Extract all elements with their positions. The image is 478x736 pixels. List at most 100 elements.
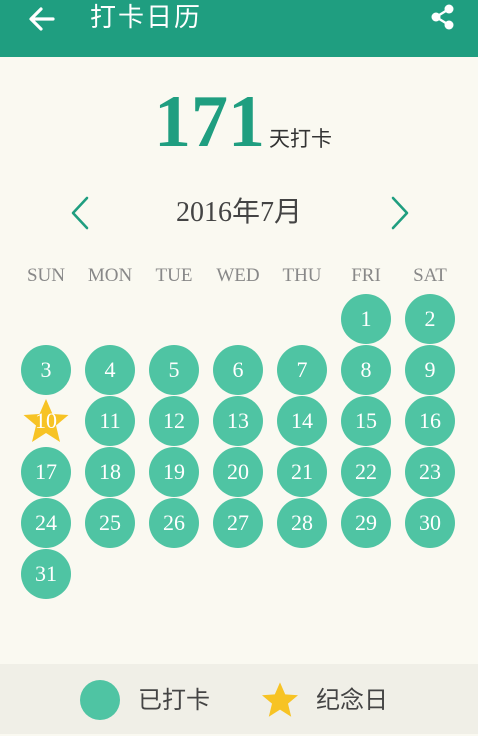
chevron-left-icon [71, 196, 89, 230]
calendar-empty-cell [142, 293, 206, 344]
calendar-day-checked[interactable]: 13 [213, 395, 263, 446]
calendar-day-number: 18 [99, 458, 121, 484]
calendar-empty-cell [270, 293, 334, 344]
calendar-day-checked[interactable]: 17 [21, 446, 71, 497]
calendar-day-number: 29 [355, 509, 377, 535]
calendar-day-number: 11 [99, 407, 121, 433]
calendar-cell: 23 [398, 446, 462, 497]
calendar-day-number: 22 [355, 458, 377, 484]
calendar-cell: 14 [270, 395, 334, 446]
calendar-day-memorial[interactable]: 10 [21, 396, 71, 446]
calendar-day-number: 6 [232, 356, 244, 382]
legend-checked-label: 已打卡 [138, 686, 210, 714]
calendar-cell: 17 [14, 446, 78, 497]
calendar-day-number: 10 [35, 407, 57, 433]
calendar-day-checked[interactable]: 15 [341, 395, 391, 446]
calendar-day-checked[interactable]: 11 [85, 395, 135, 446]
calendar-day-checked[interactable]: 22 [341, 446, 391, 497]
calendar-day-number: 9 [424, 356, 436, 382]
chevron-right-icon [391, 196, 409, 230]
calendar-cell: 28 [270, 497, 334, 548]
calendar-cell: 15 [334, 395, 398, 446]
calendar-cell: 10 [14, 395, 78, 446]
calendar-day-number: 24 [35, 509, 57, 535]
page-title: 打卡日历 [90, 3, 203, 33]
calendar-day-checked[interactable]: 30 [405, 497, 455, 548]
calendar-day-checked[interactable]: 6 [213, 344, 263, 395]
calendar-cell: 7 [270, 344, 334, 395]
calendar-cell: 12 [142, 395, 206, 446]
calendar-day-number: 17 [35, 458, 57, 484]
calendar-cell: 3 [14, 344, 78, 395]
calendar-day-number: 15 [355, 407, 377, 433]
calendar-cell: 20 [206, 446, 270, 497]
weekday-fri: FRI [351, 265, 381, 286]
calendar-cell: 24 [14, 497, 78, 548]
calendar-day-checked[interactable]: 24 [21, 497, 71, 548]
weekday-sat: SAT [413, 265, 447, 286]
calendar-cell: 13 [206, 395, 270, 446]
arrow-left-icon [29, 7, 55, 31]
calendar-day-number: 26 [163, 509, 185, 535]
calendar-day-checked[interactable]: 2 [405, 293, 455, 344]
calendar-cell: 29 [334, 497, 398, 548]
calendar-cell: 2 [398, 293, 462, 344]
calendar-day-number: 28 [291, 509, 313, 535]
calendar-day-checked[interactable]: 18 [85, 446, 135, 497]
calendar-day-number: 30 [419, 509, 441, 535]
weekday-wed: WED [216, 265, 260, 286]
calendar-day-number: 14 [291, 407, 313, 433]
calendar-empty-cell [14, 293, 78, 344]
calendar-day-checked[interactable]: 14 [277, 395, 327, 446]
calendar-day-number: 3 [40, 356, 52, 382]
calendar-day-checked[interactable]: 3 [21, 344, 71, 395]
calendar-day-checked[interactable]: 25 [85, 497, 135, 548]
calendar-empty-cell [206, 293, 270, 344]
calendar-cell: 22 [334, 446, 398, 497]
calendar-day-checked[interactable]: 7 [277, 344, 327, 395]
calendar-day-checked[interactable]: 19 [149, 446, 199, 497]
calendar-day-checked[interactable]: 12 [149, 395, 199, 446]
calendar-day-checked[interactable]: 5 [149, 344, 199, 395]
calendar-day-checked[interactable]: 8 [341, 344, 391, 395]
share-icon [431, 4, 454, 30]
calendar-day-checked[interactable]: 31 [21, 548, 71, 599]
calendar-day-checked[interactable]: 9 [405, 344, 455, 395]
calendar-day-number: 1 [360, 305, 372, 331]
calendar-day-checked[interactable]: 21 [277, 446, 327, 497]
calendar-cell: 30 [398, 497, 462, 548]
calendar-cell: 19 [142, 446, 206, 497]
calendar-cell: 5 [142, 344, 206, 395]
calendar-cell: 25 [78, 497, 142, 548]
calendar-cell: 21 [270, 446, 334, 497]
calendar-cell: 18 [78, 446, 142, 497]
calendar-day-number: 13 [227, 407, 249, 433]
calendar-day-checked[interactable]: 20 [213, 446, 263, 497]
calendar-day-checked[interactable]: 23 [405, 446, 455, 497]
calendar-day-checked[interactable]: 1 [341, 293, 391, 344]
calendar-cell: 16 [398, 395, 462, 446]
calendar-cell: 4 [78, 344, 142, 395]
calendar-day-number: 4 [104, 356, 116, 382]
next-month-button[interactable] [380, 193, 420, 233]
checkin-counter: 171 天打卡 [0, 80, 478, 165]
calendar-day-checked[interactable]: 29 [341, 497, 391, 548]
back-button[interactable] [22, 2, 62, 36]
calendar-day-checked[interactable]: 16 [405, 395, 455, 446]
calendar-day-checked[interactable]: 26 [149, 497, 199, 548]
calendar-cell: 6 [206, 344, 270, 395]
calendar-day-number: 5 [168, 356, 180, 382]
calendar-day-number: 7 [296, 356, 308, 382]
weekday-mon: MON [87, 265, 133, 286]
checkin-count: 171 [154, 81, 265, 163]
legend-memorial-label: 纪念日 [316, 686, 388, 714]
app-bar: 打卡日历 [0, 0, 478, 57]
calendar-day-number: 25 [99, 509, 121, 535]
share-button[interactable] [424, 0, 462, 34]
calendar-day-checked[interactable]: 27 [213, 497, 263, 548]
legend-bar: 已打卡 纪念日 [0, 664, 478, 734]
calendar-day-checked[interactable]: 4 [85, 344, 135, 395]
weekday-header: SUN MON TUE WED THU FRI SAT [14, 262, 462, 290]
prev-month-button[interactable] [60, 193, 100, 233]
calendar-day-checked[interactable]: 28 [277, 497, 327, 548]
